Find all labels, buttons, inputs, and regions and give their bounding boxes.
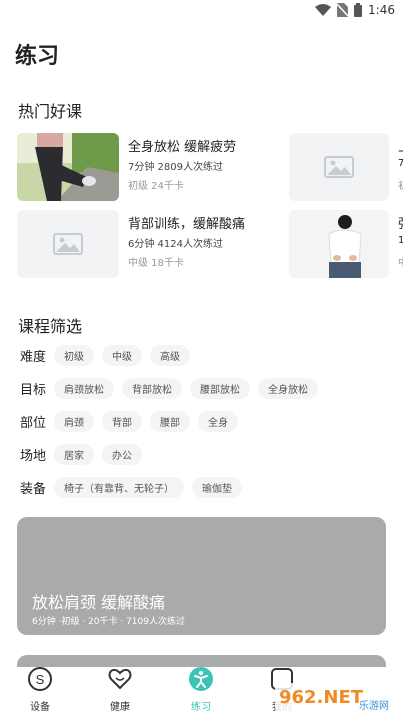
course-title-partial: 强 — [398, 213, 403, 232]
wifi-icon — [315, 4, 332, 16]
course-meta-partial: 7 — [398, 158, 403, 169]
course-meta-partial: 1 — [398, 235, 403, 246]
filter-chip[interactable]: 办公 — [102, 443, 142, 465]
filter-row-goal: 目标 肩颈放松 背部放松 腰部放松 全身放松 — [20, 377, 326, 399]
filter-chip[interactable]: 高级 — [150, 344, 190, 366]
heart-icon — [108, 668, 132, 690]
filter-chip[interactable]: 全身 — [198, 410, 238, 432]
page-title: 练习 — [15, 44, 60, 69]
tab-label: 健康 — [110, 702, 130, 713]
filter-title: 课程筛选 — [18, 317, 83, 336]
status-bar: 1:46 — [0, 0, 403, 22]
filter-chip[interactable]: 瑜伽垫 — [192, 476, 242, 498]
back-pain-photo — [289, 210, 389, 278]
filter-chip[interactable]: 全身放松 — [258, 377, 318, 399]
course-level: 中级 18千卡 — [128, 258, 184, 269]
course-title: 背部训练，缓解酸痛 — [128, 217, 246, 232]
battery-icon — [354, 3, 363, 17]
status-time: 1:46 — [368, 3, 395, 17]
course-title-partial: 上 — [398, 136, 403, 155]
filter-row-difficulty: 难度 初级 中级 高级 — [20, 344, 198, 366]
watermark-subtext: 乐游网 — [359, 699, 389, 712]
course-thumbnail-partial[interactable] — [289, 133, 389, 201]
filter-label: 场地 — [20, 448, 47, 464]
course-title: 全身放松 缓解疲劳 — [128, 140, 237, 155]
course-level-partial: 中 — [398, 254, 403, 269]
filter-chip[interactable]: 初级 — [54, 344, 94, 366]
course-thumbnail — [17, 133, 119, 201]
course-card[interactable]: 背部训练，缓解酸痛 6分钟 4124人次练过 中级 18千卡 — [17, 210, 277, 280]
course-meta: 6分钟 4124人次练过 — [128, 239, 223, 250]
course-level-partial: 初 — [398, 177, 403, 192]
course-meta: 7分钟 2809人次练过 — [128, 162, 223, 173]
course-card[interactable]: 全身放松 缓解疲劳 7分钟 2809人次练过 初级 24千卡 — [17, 133, 277, 203]
exercise-person-icon — [189, 667, 213, 691]
filter-chip[interactable]: 中级 — [102, 344, 142, 366]
filter-row-body-part: 部位 肩颈 背部 腰部 全身 — [20, 410, 246, 432]
filter-chip[interactable]: 背部 — [102, 410, 142, 432]
image-placeholder-icon — [53, 233, 83, 255]
watermark-text: 962.NET — [279, 687, 364, 708]
filter-row-venue: 场地 居家 办公 — [20, 443, 150, 465]
filter-chip[interactable]: 肩颈 — [54, 410, 94, 432]
filter-label: 部位 — [20, 415, 47, 431]
svg-text:S: S — [36, 672, 45, 687]
filter-chip[interactable]: 肩颈放松 — [54, 377, 114, 399]
course-thumbnail — [17, 210, 119, 278]
filter-label: 难度 — [20, 349, 47, 365]
tab-label: 练习 — [191, 702, 211, 713]
course-banner[interactable]: 放松肩颈 缓解酸痛 6分钟 ·初级 · 20千卡 · 7109人次练过 — [17, 517, 386, 635]
filter-label: 装备 — [20, 481, 47, 497]
filter-chip[interactable]: 椅子（有靠背、无轮子） — [54, 476, 184, 498]
banner-title: 放松肩颈 缓解酸痛 — [32, 593, 166, 612]
filter-chip[interactable]: 背部放松 — [122, 377, 182, 399]
filter-chip[interactable]: 居家 — [54, 443, 94, 465]
tab-device[interactable]: S 设备 — [10, 666, 70, 713]
tab-exercise[interactable]: 练习 — [171, 666, 231, 713]
filter-row-equipment: 装备 椅子（有靠背、无轮子） 瑜伽垫 — [20, 476, 250, 498]
filter-label: 目标 — [20, 382, 47, 398]
image-placeholder-icon — [324, 156, 354, 178]
filter-chip[interactable]: 腰部放松 — [190, 377, 250, 399]
hot-courses-title: 热门好课 — [18, 102, 83, 121]
watermark-graphic: 962.NET 乐游网 — [275, 683, 399, 713]
course-thumbnail-partial[interactable] — [289, 210, 389, 278]
runner-photo — [17, 133, 119, 201]
watermark-logo: 962.NET 乐游网 — [275, 679, 399, 715]
no-sim-icon — [337, 3, 349, 17]
tab-health[interactable]: 健康 — [90, 666, 150, 713]
tab-label: 设备 — [30, 702, 50, 713]
filter-chip[interactable]: 腰部 — [150, 410, 190, 432]
course-level: 初级 24千卡 — [128, 181, 184, 192]
banner-meta: 6分钟 ·初级 · 20千卡 · 7109人次练过 — [32, 617, 185, 627]
device-s-icon: S — [28, 667, 52, 691]
